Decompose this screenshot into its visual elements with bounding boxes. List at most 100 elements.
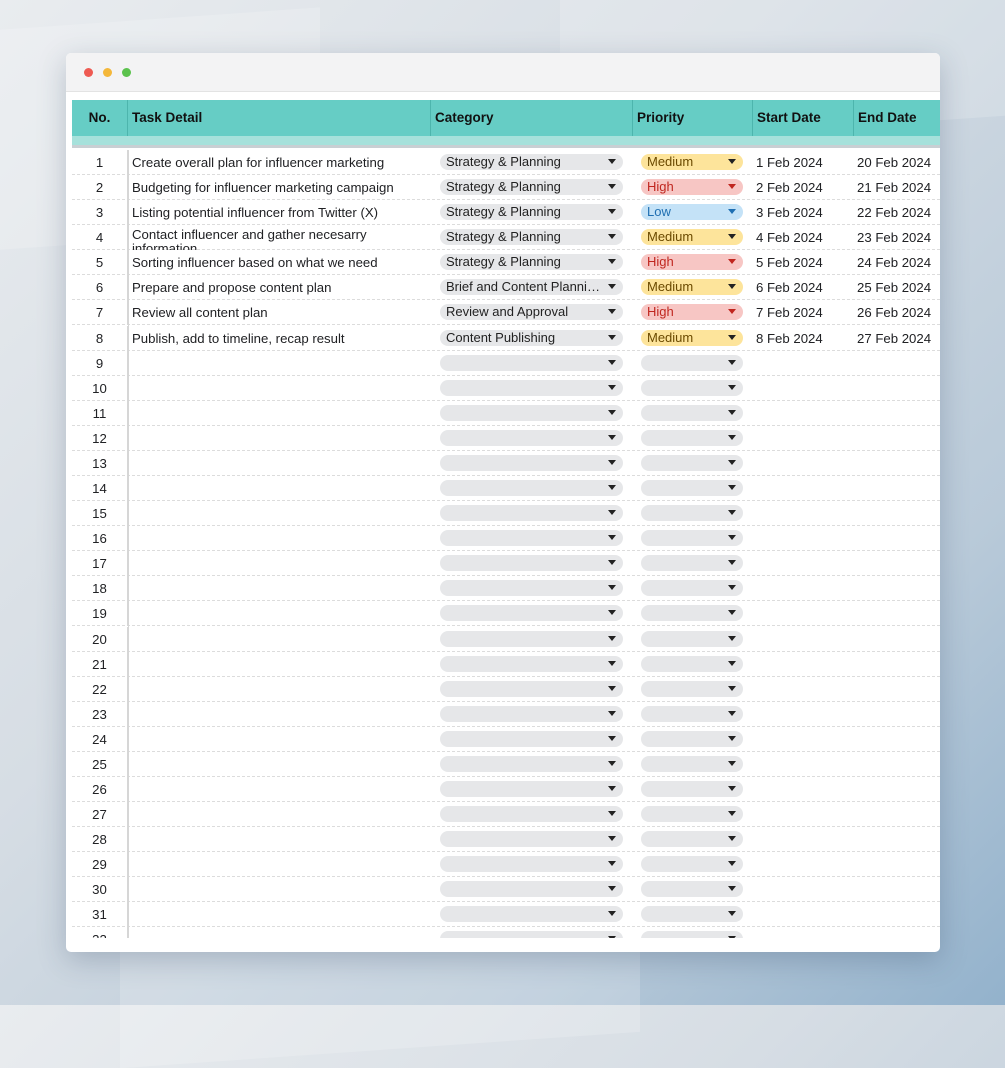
end-date-cell[interactable] — [857, 476, 940, 501]
row-number[interactable]: 3 — [72, 200, 128, 226]
start-date-cell[interactable] — [756, 877, 854, 902]
start-date-cell[interactable]: 1 Feb 2024 — [756, 150, 854, 175]
priority-dropdown[interactable]: High — [641, 254, 743, 271]
category-dropdown[interactable] — [440, 730, 623, 747]
start-date-cell[interactable] — [756, 451, 854, 476]
start-date-cell[interactable] — [756, 501, 854, 526]
row-number[interactable]: 19 — [72, 601, 128, 627]
task-detail-cell[interactable] — [132, 476, 428, 501]
row-number[interactable]: 10 — [72, 375, 128, 401]
start-date-cell[interactable] — [756, 551, 854, 576]
end-date-cell[interactable] — [857, 401, 940, 426]
end-date-cell[interactable] — [857, 376, 940, 401]
end-date-cell[interactable] — [857, 426, 940, 451]
end-date-cell[interactable]: 27 Feb 2024 — [857, 326, 940, 351]
start-date-cell[interactable] — [756, 702, 854, 727]
row-number[interactable]: 2 — [72, 175, 128, 201]
row-number[interactable]: 15 — [72, 501, 128, 527]
priority-dropdown[interactable] — [641, 881, 743, 898]
category-dropdown[interactable] — [440, 906, 623, 923]
category-dropdown[interactable]: Strategy & Planning — [440, 179, 623, 196]
priority-dropdown[interactable] — [641, 705, 743, 722]
task-detail-cell[interactable] — [132, 802, 428, 827]
end-date-cell[interactable] — [857, 702, 940, 727]
row-number[interactable]: 18 — [72, 576, 128, 602]
category-dropdown[interactable] — [440, 454, 623, 471]
start-date-cell[interactable] — [756, 526, 854, 551]
start-date-cell[interactable] — [756, 852, 854, 877]
task-detail-cell[interactable]: Sorting influencer based on what we need — [132, 250, 428, 275]
priority-dropdown[interactable] — [641, 680, 743, 697]
task-detail-cell[interactable] — [132, 426, 428, 451]
task-detail-cell[interactable]: Listing potential influencer from Twitte… — [132, 200, 428, 225]
task-detail-cell[interactable]: Budgeting for influencer marketing campa… — [132, 175, 428, 200]
start-date-cell[interactable] — [756, 652, 854, 677]
row-number[interactable]: 31 — [72, 902, 128, 928]
row-number[interactable]: 13 — [72, 450, 128, 476]
task-detail-cell[interactable] — [132, 401, 428, 426]
category-dropdown[interactable] — [440, 480, 623, 497]
category-dropdown[interactable] — [440, 630, 623, 647]
priority-dropdown[interactable]: High — [641, 179, 743, 196]
start-date-cell[interactable] — [756, 902, 854, 927]
category-dropdown[interactable] — [440, 580, 623, 597]
row-number[interactable]: 28 — [72, 827, 128, 853]
end-date-cell[interactable] — [857, 451, 940, 476]
task-detail-cell[interactable] — [132, 576, 428, 601]
task-detail-cell[interactable] — [132, 652, 428, 677]
end-date-cell[interactable] — [857, 852, 940, 877]
category-dropdown[interactable]: Strategy & Planning — [440, 229, 623, 246]
row-number[interactable]: 23 — [72, 701, 128, 727]
priority-dropdown[interactable]: Medium — [641, 279, 743, 296]
category-dropdown[interactable] — [440, 429, 623, 446]
task-detail-cell[interactable] — [132, 752, 428, 777]
category-dropdown[interactable] — [440, 755, 623, 772]
category-dropdown[interactable]: Strategy & Planning — [440, 254, 623, 271]
priority-dropdown[interactable] — [641, 781, 743, 797]
header-no[interactable]: No. — [72, 100, 128, 136]
category-dropdown[interactable]: Strategy & Planning — [440, 154, 623, 170]
category-dropdown[interactable]: Strategy & Planning — [440, 204, 623, 221]
end-date-cell[interactable] — [857, 752, 940, 777]
category-dropdown[interactable] — [440, 530, 623, 547]
start-date-cell[interactable] — [756, 927, 854, 938]
start-date-cell[interactable] — [756, 677, 854, 702]
category-dropdown[interactable]: Brief and Content Planning — [440, 279, 623, 296]
end-date-cell[interactable] — [857, 902, 940, 927]
header-end-date[interactable]: End Date — [854, 100, 940, 136]
priority-dropdown[interactable]: Low — [641, 204, 743, 221]
category-dropdown[interactable] — [440, 655, 623, 672]
row-number[interactable]: 16 — [72, 526, 128, 552]
priority-dropdown[interactable] — [641, 379, 743, 396]
end-date-cell[interactable] — [857, 501, 940, 526]
priority-dropdown[interactable] — [641, 480, 743, 497]
task-detail-cell[interactable]: Contact influencer and gather necesarry … — [132, 225, 428, 251]
task-detail-cell[interactable] — [132, 877, 428, 902]
priority-dropdown[interactable] — [641, 505, 743, 522]
row-number[interactable]: 29 — [72, 852, 128, 878]
end-date-cell[interactable] — [857, 777, 940, 802]
task-detail-cell[interactable] — [132, 677, 428, 702]
priority-dropdown[interactable]: Medium — [641, 329, 743, 346]
priority-dropdown[interactable] — [641, 404, 743, 421]
maximize-window-button[interactable] — [122, 68, 131, 77]
priority-dropdown[interactable] — [641, 454, 743, 471]
task-detail-cell[interactable] — [132, 601, 428, 626]
row-number[interactable]: 32 — [72, 927, 128, 938]
end-date-cell[interactable] — [857, 351, 940, 376]
row-number[interactable]: 6 — [72, 275, 128, 301]
priority-dropdown[interactable] — [641, 655, 743, 672]
start-date-cell[interactable]: 8 Feb 2024 — [756, 326, 854, 351]
category-dropdown[interactable] — [440, 680, 623, 697]
start-date-cell[interactable] — [756, 777, 854, 802]
task-detail-cell[interactable]: Create overall plan for influencer marke… — [132, 150, 428, 175]
priority-dropdown[interactable] — [641, 429, 743, 446]
category-dropdown[interactable] — [440, 379, 623, 396]
task-detail-cell[interactable] — [132, 351, 428, 376]
end-date-cell[interactable]: 25 Feb 2024 — [857, 275, 940, 300]
row-number[interactable]: 30 — [72, 877, 128, 903]
category-dropdown[interactable] — [440, 555, 623, 572]
start-date-cell[interactable] — [756, 727, 854, 752]
row-number[interactable]: 17 — [72, 551, 128, 577]
row-number[interactable]: 21 — [72, 651, 128, 677]
